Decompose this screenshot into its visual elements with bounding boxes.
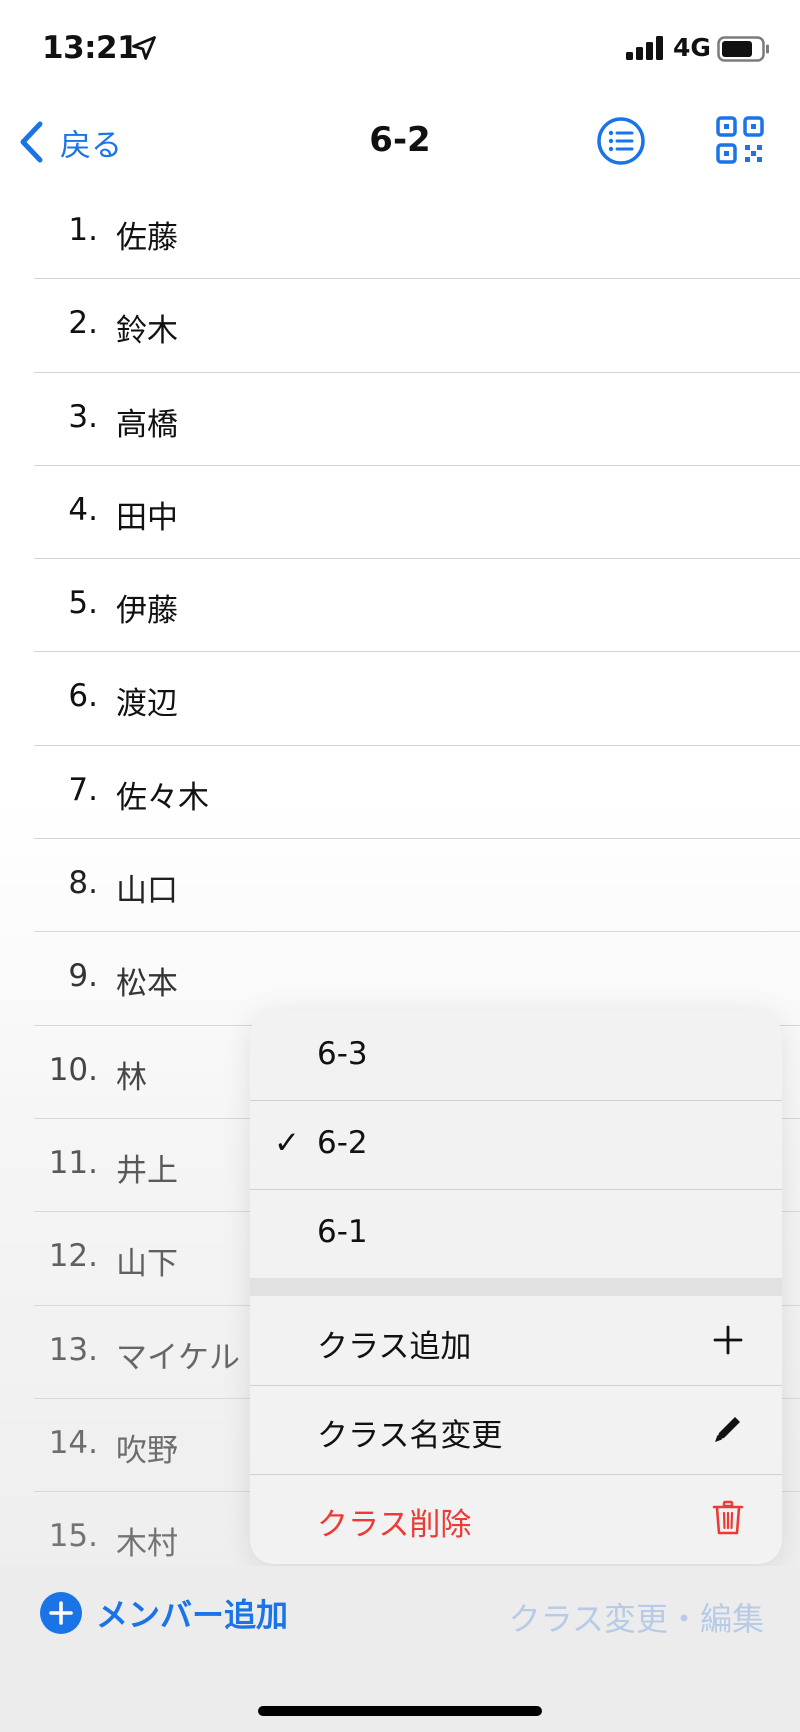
- cellular-signal-icon: [626, 36, 663, 60]
- member-name: 渡辺: [116, 686, 178, 723]
- network-label: 4G: [673, 33, 711, 62]
- menu-item-rename-class[interactable]: クラス名変更: [250, 1385, 782, 1474]
- add-member-button[interactable]: メンバー追加: [40, 1590, 288, 1636]
- member-number: 9.: [68, 958, 98, 995]
- trash-icon: [712, 1500, 744, 1535]
- member-number: 10.: [48, 1051, 98, 1088]
- member-number: 15.: [48, 1518, 98, 1555]
- member-name: 佐々木: [116, 779, 209, 816]
- member-row[interactable]: 8. 山口: [0, 839, 800, 933]
- battery-icon: [717, 36, 769, 62]
- page-title: 6-2: [369, 120, 431, 160]
- menu-item-label: クラス追加: [317, 1329, 472, 1365]
- screen: 13:21 4G 戻る 6-2 1. 佐藤 2. 鈴木 3. 高橋 4. 田中 …: [0, 0, 800, 1732]
- location-arrow-icon: [132, 36, 156, 60]
- member-number: 8.: [68, 865, 98, 902]
- member-row[interactable]: 3. 高橋: [0, 373, 800, 467]
- member-name: 高橋: [116, 406, 178, 443]
- menu-item-add-class[interactable]: クラス追加: [250, 1296, 782, 1385]
- menu-item-label: 6-3: [317, 1036, 368, 1072]
- member-number: 5.: [68, 585, 98, 622]
- menu-section-divider: [250, 1278, 782, 1296]
- pencil-icon: [715, 1417, 740, 1442]
- member-number: 2.: [68, 305, 98, 342]
- member-row[interactable]: 7. 佐々木: [0, 746, 800, 840]
- list-circle-icon[interactable]: [596, 116, 646, 166]
- member-name: 田中: [116, 499, 178, 536]
- checkmark-icon: ✓: [274, 1125, 300, 1161]
- member-name: 鈴木: [116, 313, 178, 350]
- member-number: 6.: [68, 678, 98, 715]
- class-context-menu: 6-3 ✓ 6-2 6-1 クラス追加 クラス名変更 クラス削除: [250, 1011, 782, 1564]
- member-number: 3.: [68, 398, 98, 435]
- menu-item-label: クラス名変更: [317, 1418, 503, 1454]
- plus-circle-icon: [40, 1592, 82, 1634]
- member-name: 松本: [116, 966, 178, 1003]
- member-row[interactable]: 6. 渡辺: [0, 652, 800, 747]
- member-row[interactable]: 2. 鈴木: [0, 279, 800, 373]
- member-name: 山下: [116, 1246, 178, 1283]
- plus-icon: [713, 1325, 743, 1355]
- member-number: 4.: [68, 491, 98, 528]
- qr-code-icon[interactable]: [716, 116, 764, 164]
- status-time: 13:21: [42, 30, 139, 66]
- member-name: マイケル: [116, 1339, 240, 1376]
- member-name: 吹野: [116, 1432, 178, 1469]
- member-row[interactable]: 1. 佐藤: [0, 186, 800, 280]
- member-name: 木村: [116, 1526, 178, 1563]
- status-bar: 13:21 4G: [0, 0, 800, 100]
- menu-item-delete-class[interactable]: クラス削除: [250, 1474, 782, 1563]
- member-number: 1.: [68, 212, 98, 248]
- menu-item-class-6-1[interactable]: 6-1: [250, 1189, 782, 1278]
- member-number: 13.: [48, 1331, 98, 1368]
- menu-item-class-6-2[interactable]: ✓ 6-2: [250, 1100, 782, 1189]
- nav-bar: 戻る 6-2: [0, 100, 800, 184]
- home-indicator: [258, 1706, 542, 1716]
- bottom-toolbar: メンバー追加 クラス変更・編集: [0, 1566, 800, 1732]
- member-name: 井上: [116, 1152, 178, 1189]
- member-number: 11.: [48, 1144, 98, 1181]
- menu-item-label: 6-1: [317, 1214, 368, 1250]
- member-number: 12.: [48, 1238, 98, 1275]
- member-number: 7.: [68, 771, 98, 808]
- menu-item-label: クラス削除: [317, 1507, 472, 1543]
- member-number: 14.: [48, 1424, 98, 1461]
- member-name: 林: [116, 1059, 147, 1096]
- edit-class-button[interactable]: クラス変更・編集: [509, 1594, 764, 1640]
- member-row[interactable]: 4. 田中: [0, 466, 800, 560]
- member-name: 佐藤: [116, 220, 178, 256]
- add-member-label: メンバー追加: [96, 1596, 289, 1634]
- member-name: 山口: [116, 873, 178, 910]
- member-row[interactable]: 5. 伊藤: [0, 559, 800, 653]
- menu-item-label: 6-2: [317, 1125, 368, 1161]
- member-name: 伊藤: [116, 593, 178, 630]
- menu-item-class-6-3[interactable]: 6-3: [250, 1011, 782, 1100]
